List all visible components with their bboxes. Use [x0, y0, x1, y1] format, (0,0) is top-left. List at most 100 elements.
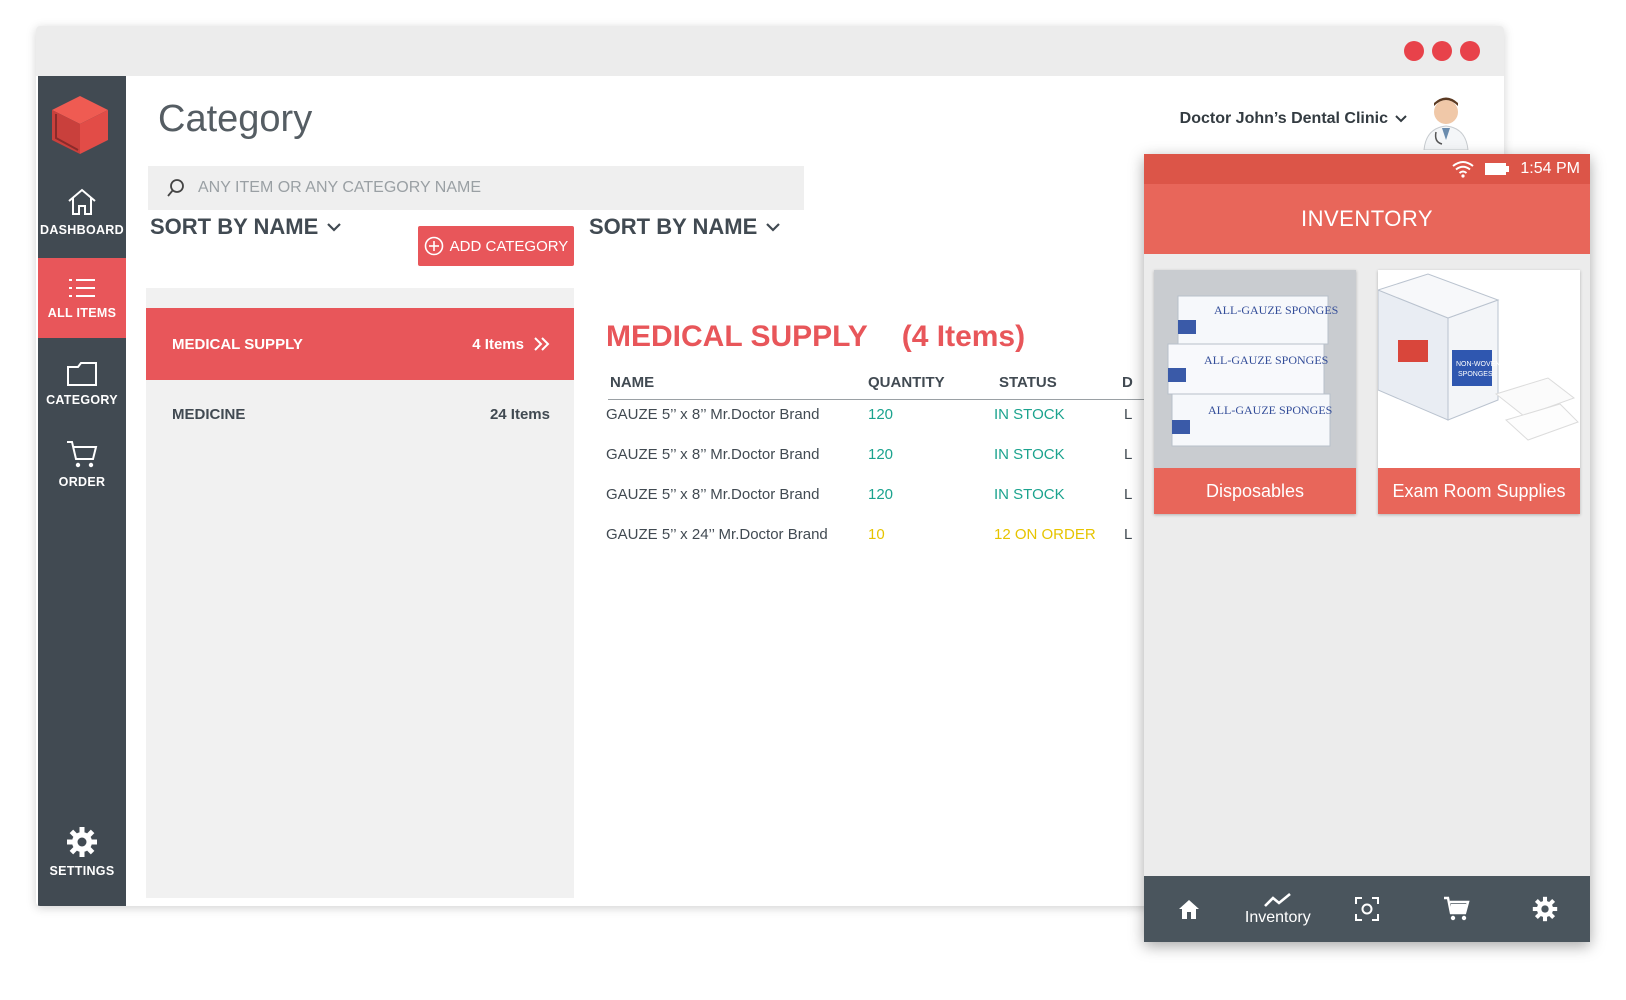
card-label: Disposables: [1154, 468, 1356, 514]
table-row[interactable]: GAUZE 5’’ x 24’’ Mr.Doctor Brand 10 12 O…: [606, 516, 1206, 556]
bottom-nav-scan[interactable]: [1327, 876, 1407, 942]
category-name: MEDICINE: [172, 405, 246, 423]
table-row[interactable]: GAUZE 5’’ x 8’’ Mr.Doctor Brand 120 IN S…: [606, 476, 1206, 516]
sidebar-item-label: ORDER: [58, 475, 106, 489]
category-count: 24 Items: [489, 405, 550, 423]
category-row-medicine[interactable]: MEDICINE 24 Items: [146, 378, 574, 450]
sidebar-item-label: ALL ITEMS: [47, 306, 117, 320]
bottom-nav-home[interactable]: [1149, 876, 1229, 942]
list-icon: [69, 279, 95, 297]
item-status: IN STOCK: [994, 486, 1065, 503]
title-bar: [36, 26, 1504, 76]
search-input[interactable]: [198, 179, 758, 197]
item-quantity: 120: [868, 486, 894, 503]
item-name: GAUZE 5’’ x 8’’ Mr.Doctor Brand: [606, 406, 820, 423]
cart-icon: [67, 441, 98, 468]
category-card-exam-room-supplies[interactable]: NON-WOVEN SPONGES Exam Room Supplies: [1378, 270, 1580, 514]
category-card-disposables[interactable]: ALL-GAUZE SPONGES ALL-GAUZE SPONGES ALL-…: [1154, 270, 1356, 514]
category-count-wrap: 24 Items: [490, 406, 550, 423]
category-name: MEDICAL SUPPLY: [172, 335, 303, 353]
chevron-down-icon: [327, 223, 342, 232]
sort-items-dropdown[interactable]: SORT BY NAME: [589, 214, 781, 240]
home-icon: [1178, 900, 1199, 919]
cube-logo-icon: [52, 96, 108, 154]
sort-label: SORT BY NAME: [589, 214, 758, 239]
scan-icon: [1354, 897, 1379, 921]
mobile-status-bar: 1:54 PM: [1144, 154, 1590, 184]
bottom-nav-label: Inventory: [1244, 909, 1311, 926]
svg-text:ALL-GAUZE SPONGES: ALL-GAUZE SPONGES: [1204, 353, 1328, 367]
item-status: 12 ON ORDER: [994, 526, 1096, 543]
wifi-icon: [1452, 161, 1475, 178]
page-title: Category: [158, 98, 313, 140]
svg-text:SPONGES: SPONGES: [1458, 371, 1493, 378]
mobile-app-title: INVENTORY: [1300, 206, 1434, 231]
column-header-partial[interactable]: D: [1122, 374, 1133, 391]
double-chevron-right-icon: [534, 337, 550, 351]
window-control-dot[interactable]: [1460, 41, 1480, 61]
sidebar-item-dashboard[interactable]: DASHBOARD: [38, 172, 126, 252]
item-extra: L: [1124, 486, 1133, 503]
trend-icon: [1263, 892, 1291, 907]
detail-item-count: (4 Items): [901, 320, 1026, 353]
item-status: IN STOCK: [994, 446, 1065, 463]
gear-icon: [67, 827, 97, 857]
mobile-app-screen: 1:54 PM INVENTORY ALL-GAUZE SPONGES ALL-…: [1144, 154, 1590, 942]
detail-category-name: MEDICAL SUPPLY: [606, 320, 868, 353]
item-quantity: 120: [868, 406, 894, 423]
sort-label: SORT BY NAME: [150, 214, 319, 239]
mobile-app-bar: INVENTORY: [1144, 184, 1590, 254]
item-extra: L: [1124, 526, 1133, 543]
column-header-quantity[interactable]: QUANTITY: [868, 374, 945, 391]
window-controls: [1404, 41, 1480, 61]
item-name: GAUZE 5’’ x 8’’ Mr.Doctor Brand: [606, 486, 820, 503]
folder-icon: [67, 362, 97, 386]
sidebar-item-category[interactable]: CATEGORY: [38, 344, 126, 424]
battery-icon: [1485, 163, 1510, 175]
add-category-label: ADD CATEGORY: [449, 237, 569, 255]
detail-title: MEDICAL SUPPLY (4 Items): [606, 320, 1025, 354]
window-control-dot[interactable]: [1432, 41, 1452, 61]
item-status: IN STOCK: [994, 406, 1065, 423]
cart-icon: [1444, 896, 1470, 921]
sidebar: DASHBOARD ALL ITEMS CATEGORY ORDER SETTI…: [38, 76, 126, 906]
column-header-name[interactable]: NAME: [610, 374, 654, 391]
table-header: NAME QUANTITY STATUS D: [608, 364, 1208, 400]
category-row-medical-supply[interactable]: MEDICAL SUPPLY 4 Items: [146, 308, 574, 380]
sidebar-item-settings[interactable]: SETTINGS: [38, 812, 126, 892]
sidebar-item-all-items[interactable]: ALL ITEMS: [38, 258, 126, 338]
sort-categories-dropdown[interactable]: SORT BY NAME: [150, 214, 342, 240]
bottom-nav-inventory[interactable]: Inventory: [1238, 876, 1318, 942]
card-label: Exam Room Supplies: [1378, 468, 1580, 514]
svg-text:NON-WOVEN: NON-WOVEN: [1456, 361, 1500, 368]
item-quantity: 10: [868, 526, 885, 543]
avatar[interactable]: [1420, 92, 1472, 150]
add-category-button[interactable]: ADD CATEGORY: [418, 226, 574, 266]
category-count: 4 Items: [472, 335, 524, 353]
table-row[interactable]: GAUZE 5’’ x 8’’ Mr.Doctor Brand 120 IN S…: [606, 396, 1206, 436]
gear-icon: [1533, 896, 1558, 922]
clinic-name: Doctor John’s Dental Clinic: [1179, 110, 1388, 127]
bottom-nav-cart[interactable]: [1416, 876, 1496, 942]
svg-text:ALL-GAUZE SPONGES: ALL-GAUZE SPONGES: [1208, 403, 1332, 417]
item-name: GAUZE 5’’ x 24’’ Mr.Doctor Brand: [606, 526, 828, 543]
column-header-status[interactable]: STATUS: [999, 374, 1057, 391]
table-row[interactable]: GAUZE 5’’ x 8’’ Mr.Doctor Brand 120 IN S…: [606, 436, 1206, 476]
window-control-dot[interactable]: [1404, 41, 1424, 61]
clinic-selector[interactable]: Doctor John’s Dental Clinic: [1180, 110, 1408, 128]
chevron-down-icon: [766, 223, 781, 232]
category-list: MEDICAL SUPPLY 4 Items MEDICINE 24 Items: [146, 288, 574, 898]
home-icon: [68, 188, 96, 215]
item-name: GAUZE 5’’ x 8’’ Mr.Doctor Brand: [606, 446, 820, 463]
plus-circle-icon: [424, 236, 443, 256]
chevron-down-icon: [1395, 115, 1407, 123]
bottom-nav-settings[interactable]: [1505, 876, 1585, 942]
item-extra: L: [1124, 446, 1133, 463]
sidebar-item-order[interactable]: ORDER: [38, 424, 126, 504]
search-bar: [148, 166, 804, 210]
svg-text:ALL-GAUZE SPONGES: ALL-GAUZE SPONGES: [1214, 303, 1338, 317]
item-quantity: 120: [868, 446, 894, 463]
search-icon: [167, 179, 184, 197]
mobile-bottom-nav: Inventory: [1144, 876, 1590, 942]
sidebar-item-label: CATEGORY: [46, 393, 118, 407]
